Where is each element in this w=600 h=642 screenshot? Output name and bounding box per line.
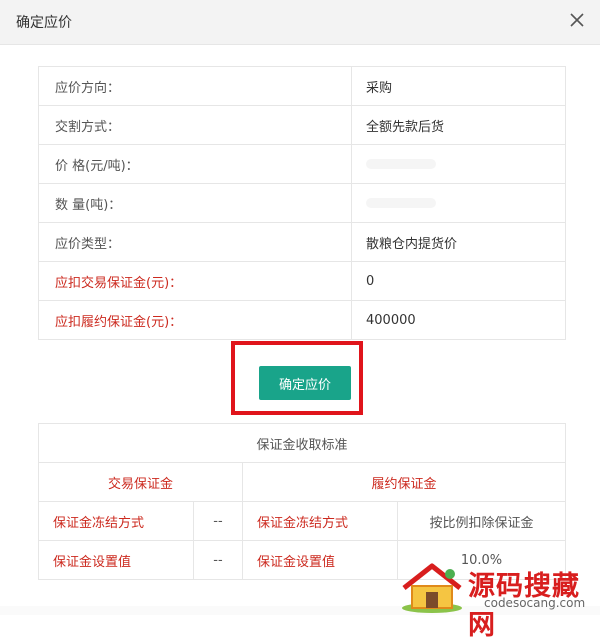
trade-deposit-header: 交易保证金 (38, 462, 243, 502)
highlight-box: 确定应价 (231, 341, 363, 415)
info-row-quantity: 数 量(吨)： (38, 183, 566, 223)
close-icon[interactable] (566, 9, 588, 31)
info-row-performance-deposit: 应扣履约保证金(元)： 400000 (38, 300, 566, 340)
perf-freeze-value: 按比例扣除保证金 (397, 501, 566, 541)
deposit-standard-table: 保证金收取标准 交易保证金 履约保证金 保证金冻结方式 -- 保证金冻结方式 按… (38, 423, 566, 580)
info-value-redacted (351, 144, 566, 184)
trade-freeze-value: -- (193, 501, 243, 541)
info-label: 应扣履约保证金(元)： (38, 300, 352, 340)
info-value: 采购 (351, 66, 566, 106)
info-row-direction: 应价方向： 采购 (38, 66, 566, 106)
info-row-type: 应价类型： 散粮仓内提货价 (38, 222, 566, 262)
perf-freeze-label: 保证金冻结方式 (242, 501, 398, 541)
info-label: 应价类型： (38, 222, 352, 262)
info-value: 0 (351, 261, 566, 301)
house-icon (402, 563, 462, 613)
standard-title: 保证金收取标准 (38, 423, 566, 463)
table-row: 保证金冻结方式 -- 保证金冻结方式 按比例扣除保证金 (38, 501, 566, 541)
info-value: 全额先款后货 (351, 105, 566, 145)
quote-info-table: 应价方向： 采购 交割方式： 全额先款后货 价 格(元/吨)： 数 量(吨)： … (38, 66, 566, 340)
info-label: 应价方向： (38, 66, 352, 106)
performance-deposit-header: 履约保证金 (242, 462, 566, 502)
info-label: 价 格(元/吨)： (38, 144, 352, 184)
standard-header-row: 交易保证金 履约保证金 (38, 462, 566, 502)
trade-freeze-label: 保证金冻结方式 (38, 501, 194, 541)
confirm-quote-button[interactable]: 确定应价 (259, 366, 351, 400)
dialog-titlebar: 确定应价 (0, 0, 600, 45)
info-label: 交割方式： (38, 105, 352, 145)
info-value-redacted (351, 183, 566, 223)
trade-setting-value: -- (193, 540, 243, 580)
redacted-value (366, 159, 436, 169)
info-value: 散粮仓内提货价 (351, 222, 566, 262)
redacted-value (366, 198, 436, 208)
perf-setting-label: 保证金设置值 (242, 540, 398, 580)
confirm-quote-dialog: 确定应价 应价方向： 采购 交割方式： 全额先款后货 价 格(元/吨)： 数 量… (0, 0, 600, 641)
info-row-trade-deposit: 应扣交易保证金(元)： 0 (38, 261, 566, 301)
trade-setting-label: 保证金设置值 (38, 540, 194, 580)
info-value: 400000 (351, 300, 566, 340)
watermark-logo: 源码搜藏网 codesocang.com (398, 560, 600, 641)
standard-title-row: 保证金收取标准 (38, 423, 566, 463)
info-row-price: 价 格(元/吨)： (38, 144, 566, 184)
info-row-delivery: 交割方式： 全额先款后货 (38, 105, 566, 145)
dialog-title: 确定应价 (16, 15, 72, 31)
watermark-subtext: codesocang.com (484, 596, 586, 610)
info-label: 数 量(吨)： (38, 183, 352, 223)
info-label: 应扣交易保证金(元)： (38, 261, 352, 301)
